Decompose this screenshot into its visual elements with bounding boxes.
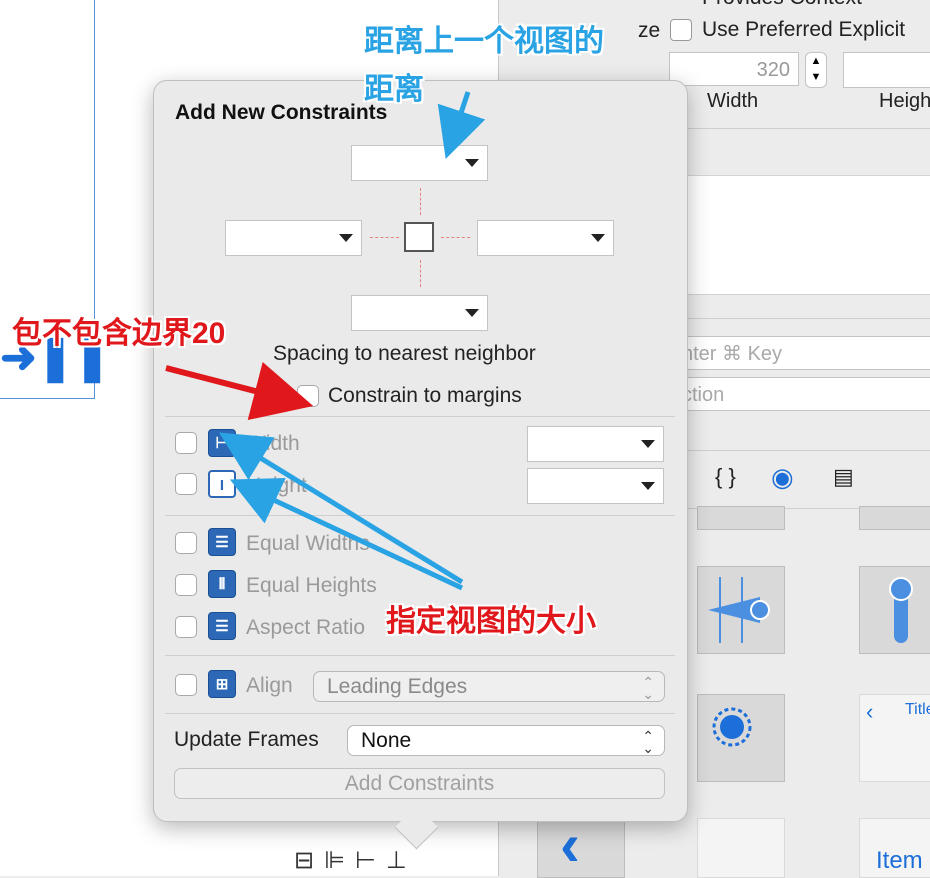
width-field[interactable]: 320	[669, 52, 799, 86]
bottom-spacing-dropdown[interactable]	[351, 295, 488, 331]
align-icon: ⊞	[208, 670, 236, 698]
slider-icon	[708, 577, 770, 643]
leading-spacer-strut[interactable]	[370, 237, 399, 238]
view-placeholder-square	[404, 222, 434, 252]
align-checkbox[interactable]	[175, 674, 197, 696]
equal-widths-checkbox[interactable]	[175, 532, 197, 554]
provides-context-label: Provides Context	[702, 0, 862, 10]
pin-toolbar-icon[interactable]: ⊢	[355, 847, 386, 874]
chevron-down-icon	[641, 440, 655, 448]
annotation-size: 指定视图的大小	[386, 605, 596, 638]
trailing-spacing-dropdown[interactable]	[477, 220, 614, 256]
chevron-left-icon: ‹	[560, 811, 580, 878]
top-spacer-strut[interactable]	[420, 188, 421, 215]
align-select[interactable]: Leading Edges ⌃ ⌄	[313, 671, 665, 702]
align-toolbar-icon[interactable]: ⊫	[324, 847, 355, 874]
popover-title: Add New Constraints	[175, 101, 388, 124]
height-field[interactable]	[843, 52, 930, 88]
chevron-down-icon	[465, 309, 479, 317]
align-label: Align	[246, 674, 293, 697]
equal-widths-icon: ☰	[208, 528, 236, 556]
height-label: Height	[246, 474, 307, 497]
constrain-margins-checkbox[interactable]	[297, 385, 319, 407]
stepper-library-tile[interactable]	[859, 566, 930, 654]
height-checkbox[interactable]	[175, 473, 197, 495]
use-preferred-label: Use Preferred Explicit	[702, 18, 906, 41]
select-arrows-icon: ⌃ ⌄	[642, 728, 654, 756]
back-chevron-icon: ‹	[866, 699, 874, 724]
update-frames-value: None	[361, 729, 412, 752]
align-select-value: Leading Edges	[327, 675, 468, 698]
tab-bar-item-tile[interactable]: Item	[859, 818, 930, 878]
width-checkbox[interactable]	[175, 432, 197, 454]
equal-widths-label: Equal Widths	[246, 532, 370, 555]
height-label: Heigh	[879, 90, 930, 112]
height-value-dropdown[interactable]	[527, 468, 664, 504]
trailing-spacer-strut[interactable]	[441, 237, 470, 238]
action-field[interactable]: ction	[669, 377, 930, 411]
aspect-ratio-icon: ☰	[208, 612, 236, 640]
chevron-down-icon	[465, 159, 479, 167]
resolve-issues-icon[interactable]: ⊥	[386, 847, 417, 874]
key-equivalent-field[interactable]: nter ⌘ Key	[669, 336, 930, 370]
library-tile-2[interactable]	[859, 506, 930, 530]
annotation-top-spacing-line2: 距离	[364, 73, 424, 106]
width-label: Width	[246, 432, 300, 455]
equal-heights-icon: ⫴	[208, 570, 236, 598]
library-tile-1[interactable]	[697, 506, 785, 530]
annotation-top-spacing: 距离上一个视图的	[364, 25, 604, 58]
media-library-tab-icon[interactable]: ▤	[833, 464, 854, 490]
navigation-bar-tile[interactable]: ‹ Title	[859, 694, 930, 782]
equal-heights-checkbox[interactable]	[175, 574, 197, 596]
leading-spacing-dropdown[interactable]	[225, 220, 362, 256]
chevron-down-icon	[339, 234, 353, 242]
top-spacing-dropdown[interactable]	[351, 145, 488, 181]
key-placeholder: nter ⌘ Key	[682, 343, 783, 365]
aspect-ratio-label: Aspect Ratio	[246, 616, 366, 639]
width-stepper[interactable]: ▲ ▼	[805, 52, 827, 88]
activity-indicator-icon	[712, 707, 752, 747]
bottom-spacer-strut[interactable]	[420, 260, 421, 287]
equal-heights-label: Equal Heights	[246, 574, 377, 597]
stack-icon[interactable]: ⊟	[294, 847, 324, 874]
library-tile-blank[interactable]	[697, 818, 785, 878]
spacing-caption: Spacing to nearest neighbor	[273, 342, 536, 365]
add-constraints-button[interactable]: Add Constraints	[174, 768, 665, 799]
select-arrows-icon: ⌃ ⌄	[642, 674, 654, 702]
pin-icon	[889, 577, 913, 643]
use-preferred-checkbox[interactable]	[670, 19, 692, 41]
document-text-area[interactable]	[649, 175, 930, 295]
code-snippets-tab-icon[interactable]: { }	[715, 464, 736, 490]
chevron-down-icon	[641, 482, 655, 490]
action-placeholder: ction	[682, 384, 725, 406]
chevron-down-icon	[591, 234, 605, 242]
update-frames-label: Update Frames	[174, 728, 319, 751]
auto-layout-toolbar: ⊟⊫⊢⊥	[294, 846, 417, 875]
constrain-margins-label: Constrain to margins	[328, 384, 522, 407]
width-constraint-icon: ⊢	[208, 429, 236, 457]
aspect-ratio-checkbox[interactable]	[175, 616, 197, 638]
height-constraint-icon: I	[208, 470, 236, 498]
annotation-margins: 包不包含边界20	[12, 317, 226, 350]
update-frames-select[interactable]: None ⌃ ⌄	[347, 725, 665, 756]
width-value-dropdown[interactable]	[527, 426, 664, 462]
object-library-tab-icon[interactable]: ◉	[771, 462, 794, 493]
slider-library-tile[interactable]	[697, 566, 785, 654]
size-label-truncated: ze	[638, 19, 661, 42]
nav-title-label: Title	[905, 701, 930, 718]
item-label: Item	[876, 847, 923, 874]
activity-library-tile[interactable]	[697, 694, 785, 782]
width-label: Width	[707, 90, 759, 112]
